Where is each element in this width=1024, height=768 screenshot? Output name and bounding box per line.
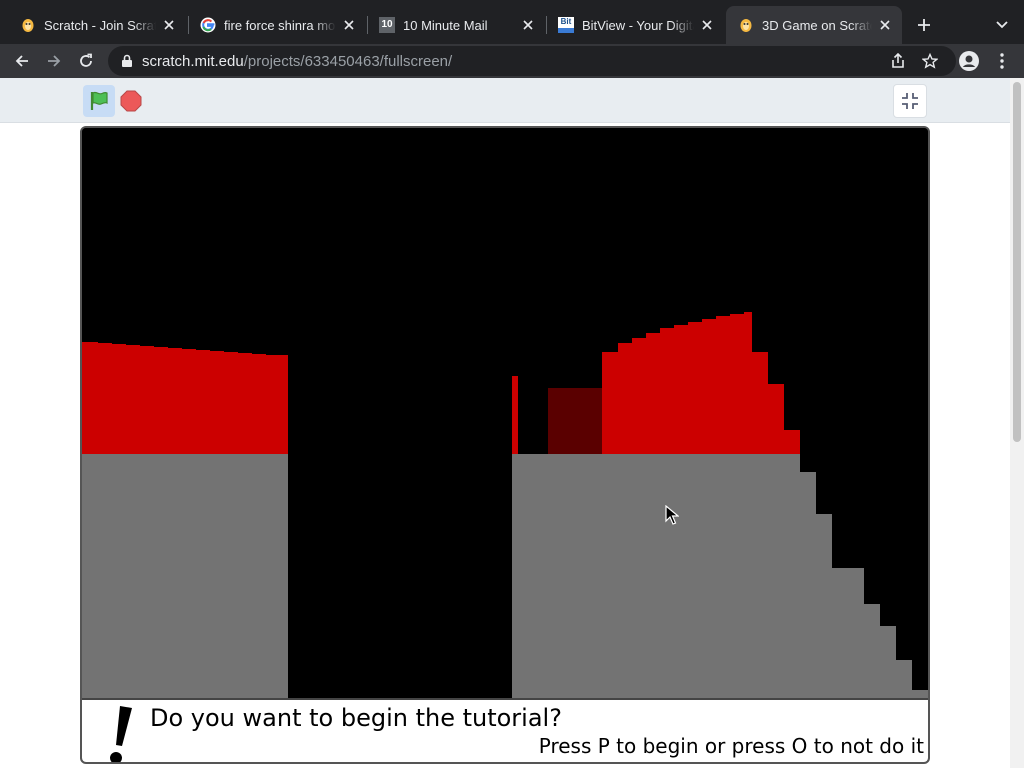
game-render bbox=[82, 128, 928, 698]
browser-toolbar: scratch.mit.edu/projects/633450463/fulls… bbox=[0, 44, 1024, 78]
lock-icon bbox=[120, 54, 134, 68]
tab-title: BitView - Your Digital Video Repository bbox=[582, 17, 694, 33]
reload-button[interactable] bbox=[72, 47, 100, 75]
tab-title: fire force shinra moments bbox=[224, 17, 336, 33]
green-flag-button[interactable] bbox=[83, 85, 115, 117]
bitview-badge: Bit bbox=[558, 17, 574, 33]
close-icon[interactable] bbox=[876, 16, 894, 34]
bitview-icon: Bit bbox=[558, 17, 574, 33]
tab-strip: Scratch - Join Scratch fire force shinra… bbox=[0, 0, 1024, 44]
tab-title: Scratch - Join Scratch bbox=[44, 17, 156, 33]
exit-fullscreen-button[interactable] bbox=[893, 84, 927, 118]
address-bar[interactable]: scratch.mit.edu/projects/633450463/fulls… bbox=[108, 46, 956, 76]
page-content: Do you want to begin the tutorial? Press… bbox=[0, 78, 1010, 768]
arrow-left-icon bbox=[15, 55, 28, 67]
more-vertical-icon bbox=[1000, 53, 1004, 69]
tab-title: 3D Game on Scratch bbox=[762, 17, 872, 33]
google-g-icon bbox=[200, 17, 216, 33]
browser-tab[interactable]: Scratch - Join Scratch bbox=[8, 6, 186, 44]
tab-search-button[interactable] bbox=[990, 13, 1014, 37]
left-wall bbox=[82, 342, 288, 454]
browser-tab-active[interactable]: 3D Game on Scratch bbox=[726, 6, 902, 44]
star-icon bbox=[922, 53, 938, 69]
bookmark-button[interactable] bbox=[916, 47, 944, 75]
left-floor bbox=[82, 454, 288, 698]
player-controls-bar bbox=[0, 78, 1010, 123]
browser-tab[interactable]: Bit BitView - Your Digital Video Reposit… bbox=[546, 6, 724, 44]
chevron-down-icon bbox=[996, 21, 1008, 29]
tab-title: 10 Minute Mail bbox=[403, 17, 488, 33]
browser-tab[interactable]: 10 10 Minute Mail bbox=[367, 6, 545, 44]
exclamation-icon bbox=[110, 706, 132, 762]
close-icon[interactable] bbox=[698, 16, 716, 34]
close-icon[interactable] bbox=[340, 16, 358, 34]
scratch-cat-icon bbox=[738, 17, 754, 33]
share-button[interactable] bbox=[884, 47, 912, 75]
page-scrollbar[interactable] bbox=[1010, 78, 1024, 768]
url-host: scratch.mit.edu bbox=[142, 52, 244, 70]
green-flag-icon bbox=[90, 91, 108, 110]
mouse-cursor-icon bbox=[665, 505, 679, 525]
tutorial-prompt: Do you want to begin the tutorial? Press… bbox=[82, 698, 928, 762]
url-path: /projects/633450463/fullscreen/ bbox=[243, 52, 453, 70]
profile-icon bbox=[959, 51, 979, 71]
forward-button[interactable] bbox=[40, 47, 68, 75]
tutorial-question: Do you want to begin the tutorial? bbox=[150, 704, 562, 732]
plus-icon bbox=[918, 19, 930, 31]
browser-tab[interactable]: fire force shinra moments bbox=[188, 6, 366, 44]
ten-minute-mail-icon: 10 bbox=[379, 17, 395, 33]
browser-menu-button[interactable] bbox=[988, 47, 1016, 75]
reload-icon bbox=[80, 53, 92, 67]
stop-button[interactable] bbox=[119, 89, 143, 113]
profile-button[interactable] bbox=[955, 47, 983, 75]
tutorial-instructions: Press P to begin or press O to not do it bbox=[538, 734, 924, 758]
scrollbar-thumb[interactable] bbox=[1013, 82, 1021, 442]
new-tab-button[interactable] bbox=[912, 13, 936, 37]
url-text: scratch.mit.edu/projects/633450463/fulls… bbox=[142, 53, 452, 70]
arrow-right-icon bbox=[48, 55, 61, 67]
stop-sign-icon bbox=[120, 90, 142, 112]
share-icon bbox=[892, 53, 904, 68]
exit-fullscreen-icon bbox=[902, 93, 918, 109]
scratch-cat-icon bbox=[20, 17, 36, 33]
close-icon[interactable] bbox=[519, 16, 537, 34]
back-button[interactable] bbox=[8, 47, 36, 75]
close-icon[interactable] bbox=[160, 16, 178, 34]
project-stage[interactable]: Do you want to begin the tutorial? Press… bbox=[80, 126, 930, 764]
ten-minute-mail-badge: 10 bbox=[379, 17, 395, 33]
